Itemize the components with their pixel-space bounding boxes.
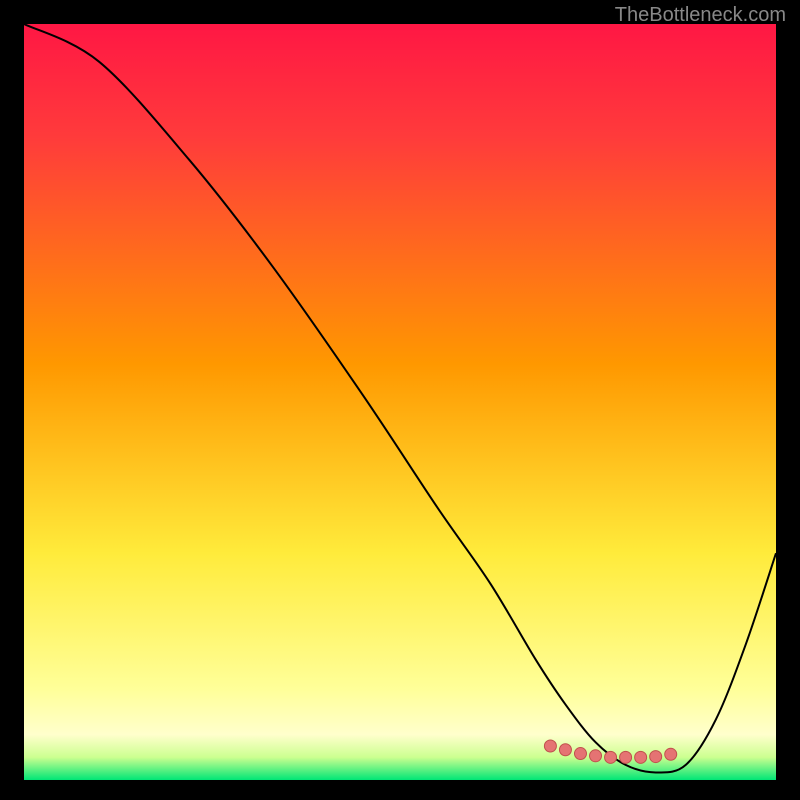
watermark-label: TheBottleneck.com [615, 4, 786, 27]
plot-area [24, 24, 776, 780]
gradient-background [24, 24, 776, 780]
